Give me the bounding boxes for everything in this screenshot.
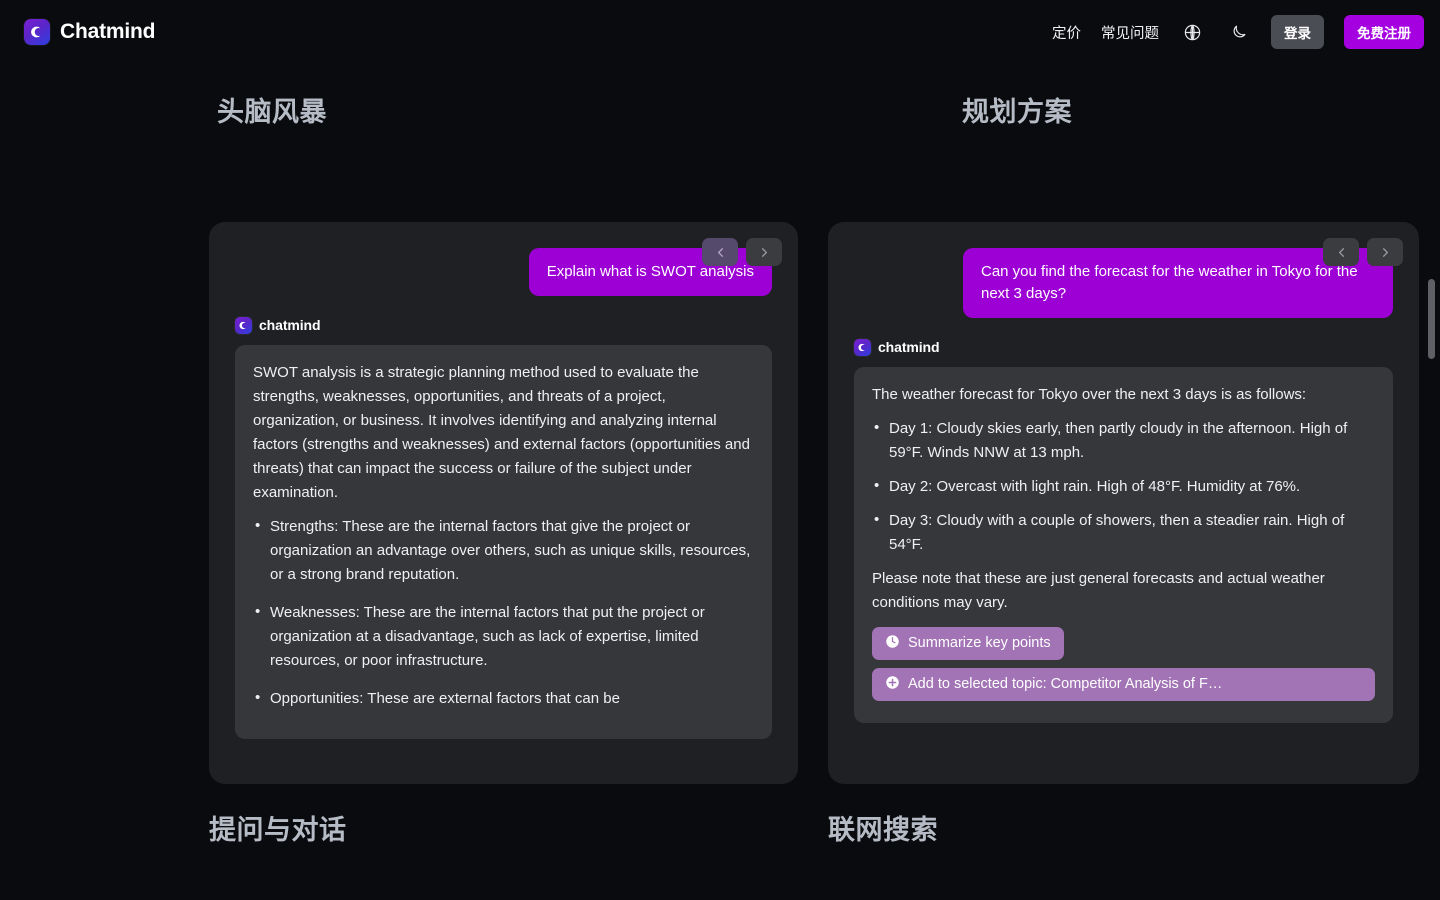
page-scrollbar-thumb[interactable] — [1428, 279, 1435, 359]
login-button[interactable]: 登录 — [1271, 15, 1324, 49]
card-right-chat-body: Can you find the forecast for the weathe… — [828, 222, 1419, 784]
nav-link-pricing[interactable]: 定价 — [1052, 22, 1081, 43]
assistant-label: chatmind — [854, 339, 1393, 356]
assistant-label: chatmind — [235, 317, 772, 334]
brand-name: Chatmind — [60, 20, 155, 44]
add-to-topic-button[interactable]: Add to selected topic: Competitor Analys… — [872, 668, 1375, 701]
chevron-right-icon[interactable] — [746, 238, 782, 266]
heading-conversation: 提问与对话 — [209, 808, 347, 847]
chevron-right-icon[interactable] — [1367, 238, 1403, 266]
card-left-nav-arrows — [702, 238, 782, 266]
assistant-note: Please note that these are just general … — [872, 567, 1375, 615]
chatmind-logo-icon — [854, 339, 871, 356]
chat-card-weather: Can you find the forecast for the weathe… — [828, 222, 1419, 784]
assistant-name: chatmind — [259, 317, 320, 333]
heading-websearch: 联网搜索 — [828, 808, 938, 847]
assistant-action-row: Summarize key points Add to selected top… — [872, 627, 1375, 709]
heading-planning: 规划方案 — [962, 90, 1072, 129]
moon-icon[interactable] — [1225, 19, 1251, 45]
list-item: Day 3: Cloudy with a couple of showers, … — [872, 509, 1375, 557]
summarize-key-points-button[interactable]: Summarize key points — [872, 627, 1064, 660]
page-scrollbar-track[interactable] — [1426, 64, 1438, 900]
chatmind-logo-icon — [235, 317, 252, 334]
clock-arrow-icon — [885, 634, 900, 653]
list-item: Strengths: These are the internal factor… — [253, 515, 754, 587]
list-item: Weaknesses: These are the internal facto… — [253, 601, 754, 673]
top-header: Chatmind 定价 常见问题 登录 免费注册 — [0, 0, 1440, 64]
heading-brainstorm: 头脑风暴 — [217, 90, 327, 129]
brand-logo[interactable]: Chatmind — [24, 19, 155, 45]
header-nav: 定价 常见问题 登录 免费注册 — [1052, 15, 1424, 49]
assistant-paragraph: SWOT analysis is a strategic planning me… — [253, 361, 754, 505]
list-item: Day 2: Overcast with light rain. High of… — [872, 475, 1375, 499]
assistant-message-bubble: The weather forecast for Tokyo over the … — [854, 367, 1393, 723]
card-right-nav-arrows — [1323, 238, 1403, 266]
action-label: Add to selected topic: Competitor Analys… — [908, 676, 1222, 692]
card-left-chat-body: Explain what is SWOT analysis chatmind S… — [209, 222, 798, 784]
signup-button[interactable]: 免费注册 — [1344, 15, 1424, 49]
assistant-paragraph: The weather forecast for Tokyo over the … — [872, 383, 1375, 407]
list-item: Day 1: Cloudy skies early, then partly c… — [872, 417, 1375, 465]
user-message-row: Can you find the forecast for the weathe… — [854, 248, 1393, 318]
chevron-left-icon[interactable] — [702, 238, 738, 266]
assistant-message-bubble: SWOT analysis is a strategic planning me… — [235, 345, 772, 739]
plus-circle-icon — [885, 675, 900, 694]
assistant-bullet-list: Day 1: Cloudy skies early, then partly c… — [872, 417, 1375, 557]
globe-icon[interactable] — [1179, 19, 1205, 45]
user-message-row: Explain what is SWOT analysis — [235, 248, 772, 296]
assistant-name: chatmind — [878, 339, 939, 355]
chat-card-swot: Explain what is SWOT analysis chatmind S… — [209, 222, 798, 784]
assistant-bullet-list: Strengths: These are the internal factor… — [253, 515, 754, 711]
page-root: Chatmind 定价 常见问题 登录 免费注册 头脑风暴 规划方案 提问与对话… — [0, 0, 1440, 900]
list-item: Opportunities: These are external factor… — [253, 687, 754, 711]
chevron-left-icon[interactable] — [1323, 238, 1359, 266]
chatmind-logo-icon — [24, 19, 50, 45]
nav-link-faq[interactable]: 常见问题 — [1101, 22, 1159, 43]
action-label: Summarize key points — [908, 635, 1051, 651]
